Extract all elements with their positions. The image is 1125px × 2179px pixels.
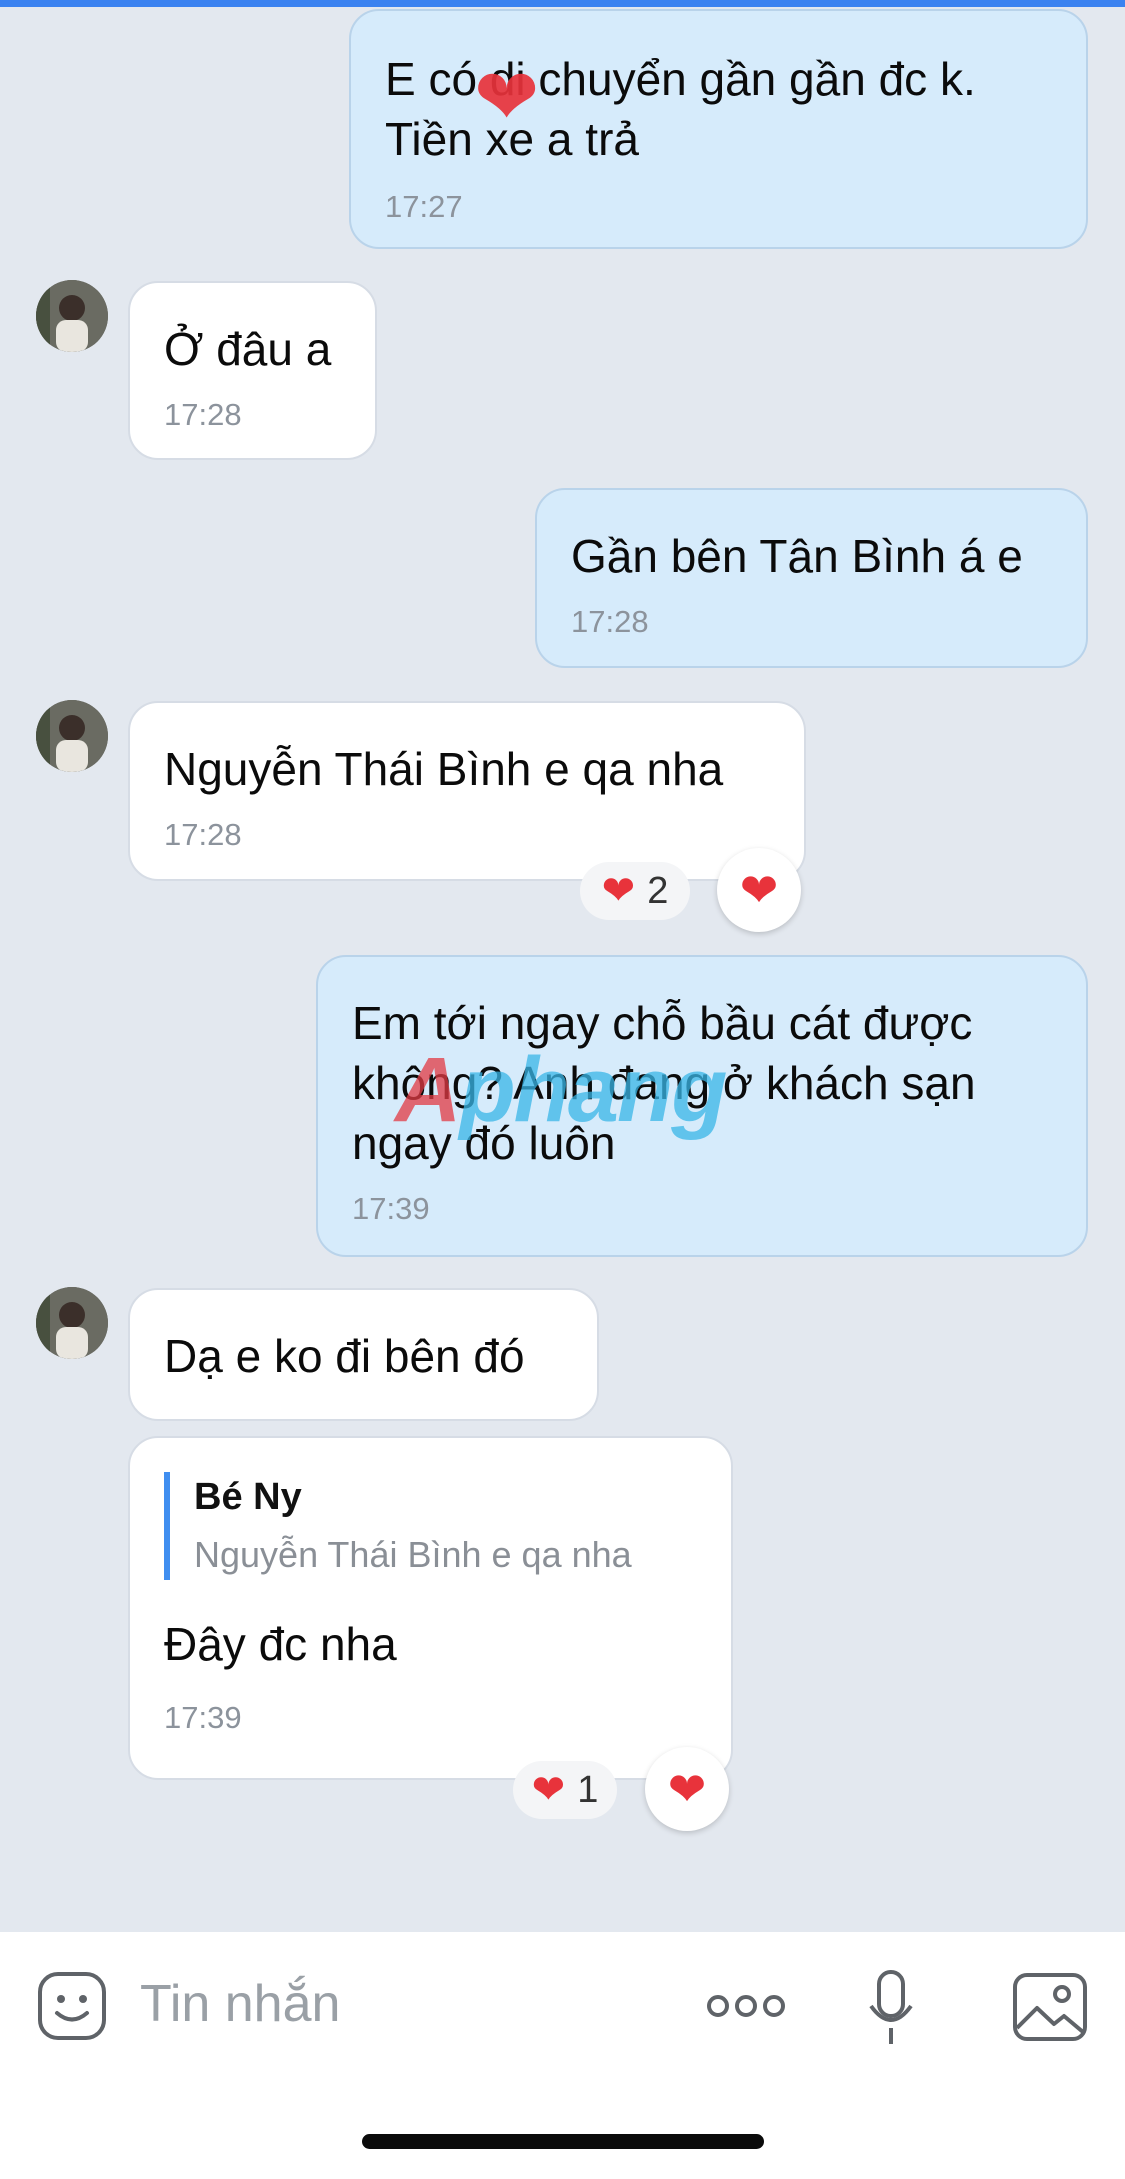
message-time: 17:27 xyxy=(385,189,463,224)
message-time: 17:28 xyxy=(164,817,242,852)
heart-icon: ❤ xyxy=(667,1763,707,1815)
reply-quote[interactable]: Bé Ny Nguyễn Thái Bình e qa nha xyxy=(164,1472,697,1580)
message-bubble-incoming[interactable]: Nguyễn Thái Bình e qa nha 17:28 xyxy=(128,701,806,881)
message-bubble-outgoing[interactable]: E có di chuyển gần gần đc k. Tiền xe a t… xyxy=(349,9,1088,249)
heart-icon: ❤ xyxy=(739,864,779,916)
message-input[interactable]: Tin nhắn xyxy=(140,1974,340,2034)
message-time: 17:28 xyxy=(164,397,242,432)
reply-quote-text: Nguyễn Thái Bình e qa nha xyxy=(194,1534,632,1575)
reaction-summary[interactable]: ❤ 2 xyxy=(580,862,690,920)
emoji-icon[interactable] xyxy=(36,1970,108,2042)
react-button[interactable]: ❤ xyxy=(645,1747,729,1831)
watermark-logo: Aphang xyxy=(395,1039,727,1141)
message-bubble-reply[interactable]: Bé Ny Nguyễn Thái Bình e qa nha Đây đc n… xyxy=(128,1436,733,1780)
message-time: 17:28 xyxy=(571,604,649,639)
heart-icon: ❤ xyxy=(531,1768,566,1812)
microphone-icon[interactable] xyxy=(866,1968,916,2048)
message-text: Đây đc nha xyxy=(164,1618,397,1670)
image-icon[interactable] xyxy=(1012,1972,1088,2042)
reaction-summary[interactable]: ❤ 1 xyxy=(513,1761,617,1819)
more-icon[interactable] xyxy=(706,1984,786,2028)
contact-avatar[interactable] xyxy=(36,700,108,772)
heart-sticker-icon: ❤ xyxy=(474,53,540,141)
home-indicator[interactable] xyxy=(362,2134,764,2149)
message-bubble-outgoing[interactable]: Gần bên Tân Bình á e 17:28 xyxy=(535,488,1088,668)
message-bubble-incoming[interactable]: Dạ e ko đi bên đó xyxy=(128,1288,599,1421)
react-button[interactable]: ❤ xyxy=(717,848,801,932)
reaction-count: 2 xyxy=(647,869,669,912)
contact-avatar[interactable] xyxy=(36,280,108,352)
message-time: 17:39 xyxy=(164,1700,242,1735)
message-time: 17:39 xyxy=(352,1191,430,1226)
message-text: Nguyễn Thái Bình e qa nha xyxy=(164,743,724,795)
message-bubble-incoming[interactable]: Ở đâu a 17:28 xyxy=(128,281,377,460)
reply-quote-name: Bé Ny xyxy=(194,1476,302,1518)
message-text: Ở đâu a xyxy=(164,323,332,375)
message-text: Dạ e ko đi bên đó xyxy=(164,1330,525,1382)
top-accent-bar xyxy=(0,0,1125,7)
heart-icon: ❤ xyxy=(601,869,636,913)
reaction-count: 1 xyxy=(577,1768,599,1811)
message-text: Gần bên Tân Bình á e xyxy=(571,530,1023,582)
contact-avatar[interactable] xyxy=(36,1287,108,1359)
